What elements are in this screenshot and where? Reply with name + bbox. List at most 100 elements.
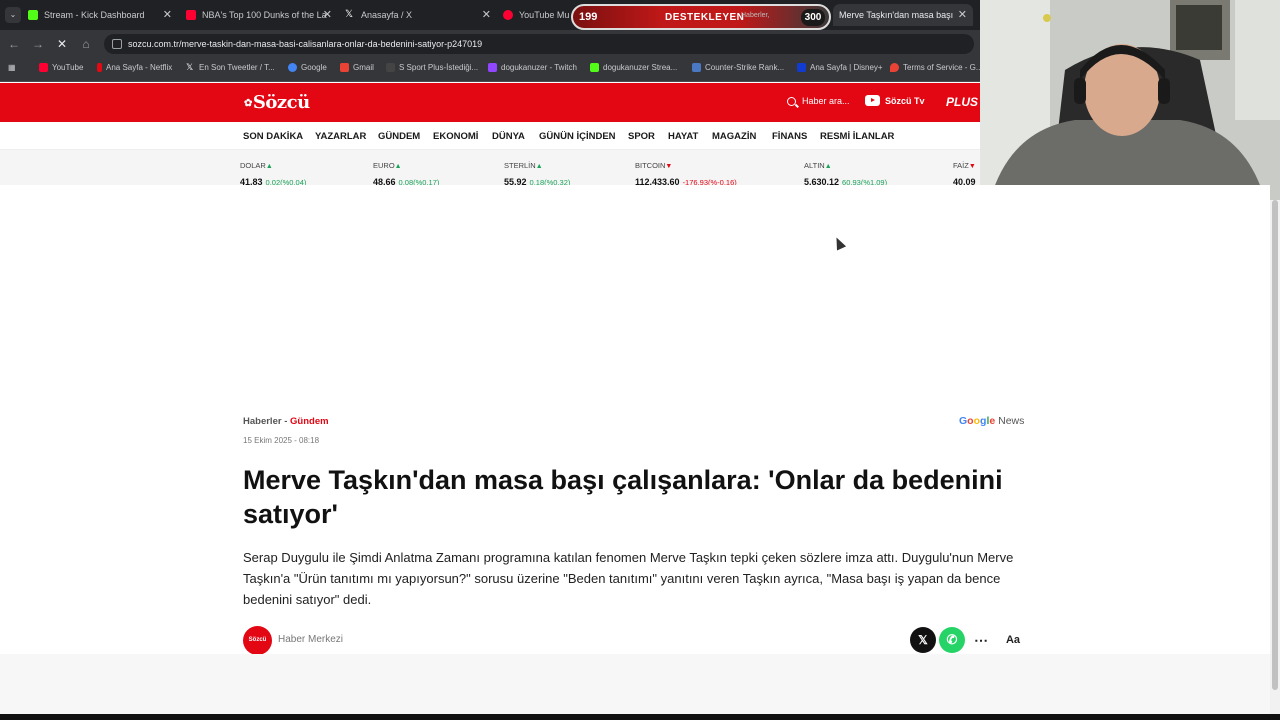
ticker-euro[interactable]: EURO▲ 48,66 0,08(%0,17)	[373, 155, 439, 187]
ticker-name: STERLİN	[504, 161, 536, 170]
bookmark-counter-strike[interactable]: Counter-Strike Rank...	[692, 63, 784, 72]
bookmark-ssport[interactable]: S Sport Plus-İstediği...	[386, 63, 478, 72]
forward-icon[interactable]: →	[30, 36, 46, 52]
ticker-name: BITCOIN	[635, 161, 666, 170]
webcam-overlay	[980, 0, 1280, 200]
browser-tab[interactable]: Stream - Kick Dashboard ✕	[28, 4, 178, 26]
up-arrow-icon: ▲	[535, 163, 543, 170]
bookmark-x[interactable]: 𝕏 En Son Tweetler / T...	[186, 63, 275, 73]
down-arrow-icon: ▼	[968, 163, 976, 170]
webcam-feed	[980, 0, 1280, 200]
breadcrumb-haberler[interactable]: Haberler	[243, 416, 282, 427]
widget-underlay-text: Haberler,	[741, 12, 770, 19]
bookmark-twitch[interactable]: dogukanuzer - Twitch	[488, 63, 577, 72]
scrollbar-thumb[interactable]	[1272, 200, 1278, 690]
breadcrumb-separator: -	[281, 416, 291, 427]
stop-loading-icon[interactable]: ✕	[54, 36, 70, 52]
tab-title: YouTube Mu	[519, 10, 570, 20]
bookmark-terms[interactable]: Terms of Service - G...	[890, 63, 983, 72]
close-icon[interactable]: ✕	[323, 8, 332, 21]
search-button[interactable]: Haber ara...	[787, 96, 850, 106]
page-below-fold	[0, 654, 1270, 714]
youtube-icon	[186, 10, 196, 20]
browser-tab[interactable]: 𝕏 Anasayfa / X ✕	[345, 4, 497, 26]
bookmark-label: dogukanuzer Strea...	[603, 63, 678, 72]
bookmark-label: Gmail	[353, 63, 374, 72]
bookmark-kick[interactable]: dogukanuzer Strea...	[590, 63, 677, 72]
bookmark-netflix[interactable]: Ana Sayfa - Netflix	[97, 63, 172, 72]
nav-yazarlar[interactable]: YAZARLAR	[315, 131, 366, 142]
gmail-icon	[340, 63, 349, 72]
logo-text: Sözcü	[252, 92, 310, 113]
nav-spor[interactable]: SPOR	[628, 131, 655, 142]
nav-magazin[interactable]: MAGAZİN	[712, 131, 756, 142]
map-pin-icon	[890, 63, 899, 72]
news-label: News	[998, 415, 1025, 427]
tab-title: NBA's Top 100 Dunks of the La	[202, 10, 327, 20]
page-scrollbar[interactable]	[1270, 200, 1280, 720]
back-icon[interactable]: ←	[6, 36, 22, 52]
ticker-bitcoin[interactable]: BITCOIN▼ 112.433,60 -176,93(%-0,16)	[635, 155, 737, 187]
main-nav: SON DAKİKA YAZARLAR GÜNDEM EKONOMİ DÜNYA…	[0, 122, 980, 150]
bookmark-youtube[interactable]: YouTube	[39, 63, 83, 72]
more-options-icon[interactable]: ⋯	[968, 627, 994, 653]
tv-label: Sözcü Tv	[885, 95, 925, 106]
nav-son-dakika[interactable]: SON DAKİKA	[243, 131, 303, 142]
browser-tab-active[interactable]: Merve Taşkın'dan masa başı ça ✕	[833, 4, 973, 26]
search-label: Haber ara...	[802, 96, 850, 106]
font-size-icon[interactable]: Aa	[1000, 627, 1026, 653]
bookmark-label: Google	[301, 63, 327, 72]
nav-gunun-icinden[interactable]: GÜNÜN İÇİNDEN	[539, 131, 616, 142]
nav-ekonomi[interactable]: EKONOMİ	[433, 131, 478, 142]
nav-resmi-ilanlar[interactable]: RESMİ İLANLAR	[820, 131, 894, 142]
youtube-icon	[865, 95, 880, 106]
up-arrow-icon: ▲	[394, 163, 402, 170]
close-icon[interactable]: ✕	[482, 8, 491, 21]
widget-label: DESTEKLEYEN	[665, 12, 745, 23]
avatar[interactable]: Sözcü	[243, 626, 272, 655]
market-ticker: DOLAR▲ 41,83 0,02(%0,04) EURO▲ 48,66 0,08(…	[0, 150, 980, 187]
ticker-name: DOLAR	[240, 161, 266, 170]
google-letter: G	[959, 415, 968, 427]
plus-link[interactable]: PLUS	[946, 95, 978, 109]
ticker-faiz[interactable]: FAİZ▼ 40,09	[953, 155, 980, 187]
ticker-altin[interactable]: ALTIN▲ 5.630,12 60,93(%1,09)	[804, 155, 887, 187]
tab-title: Merve Taşkın'dan masa başı ça	[839, 10, 966, 20]
down-arrow-icon: ▼	[665, 163, 673, 170]
nav-gundem[interactable]: GÜNDEM	[378, 131, 420, 142]
ticker-dolar[interactable]: DOLAR▲ 41,83 0,02(%0,04)	[240, 155, 306, 187]
apps-grid-icon[interactable]: ▦	[8, 63, 16, 72]
sozcu-logo[interactable]: ✿Sözcü	[244, 92, 310, 113]
article-lead: Serap Duygulu ile Şimdi Anlatma Zamanı p…	[243, 550, 1014, 607]
browser-tab[interactable]: YouTube Mu	[503, 4, 573, 26]
nav-hayat[interactable]: HAYAT	[668, 131, 698, 142]
url-input[interactable]: sozcu.com.tr/merve-taskin-dan-masa-basi-…	[104, 34, 974, 54]
nav-dunya[interactable]: DÜNYA	[492, 131, 525, 142]
disney-icon	[797, 63, 806, 72]
ssport-icon	[386, 63, 395, 72]
bookmarks-bar: ▦ YouTube Ana Sayfa - Netflix 𝕏 En Son Tw…	[0, 58, 983, 82]
breadcrumb-gundem[interactable]: Gündem	[290, 416, 329, 427]
google-news-link[interactable]: Google News	[959, 415, 1024, 427]
bookmark-label: YouTube	[52, 63, 84, 72]
up-arrow-icon: ▲	[824, 163, 832, 170]
nav-finans[interactable]: FİNANS	[772, 131, 807, 142]
tab-search-dropdown-icon[interactable]: ⌄	[5, 7, 21, 23]
site-info-icon[interactable]	[112, 39, 122, 49]
sozcu-tv-link[interactable]: Sözcü Tv	[865, 95, 925, 106]
close-icon[interactable]: ✕	[163, 8, 172, 21]
author-name[interactable]: Haber Merkezi	[278, 634, 343, 645]
home-icon[interactable]: ⌂	[78, 36, 94, 52]
ticker-sterlin[interactable]: STERLİN▲ 55,92 0,18(%0,32)	[504, 155, 570, 187]
google-letter: e	[989, 415, 996, 427]
netflix-icon	[97, 63, 102, 72]
share-x-icon[interactable]: 𝕏	[910, 627, 936, 653]
bookmark-gmail[interactable]: Gmail	[340, 63, 374, 72]
share-whatsapp-icon[interactable]: ✆	[939, 627, 965, 653]
browser-tab-strip: ⌄ Stream - Kick Dashboard ✕ NBA's Top 10…	[0, 0, 980, 30]
bookmark-google[interactable]: Google	[288, 63, 327, 72]
close-icon[interactable]: ✕	[955, 8, 967, 21]
supporter-goal-widget: 199 DESTEKLEYEN Haberler, 300	[571, 4, 831, 30]
bookmark-disney[interactable]: Ana Sayfa | Disney+	[797, 63, 883, 72]
browser-tab[interactable]: NBA's Top 100 Dunks of the La ✕	[186, 4, 338, 26]
